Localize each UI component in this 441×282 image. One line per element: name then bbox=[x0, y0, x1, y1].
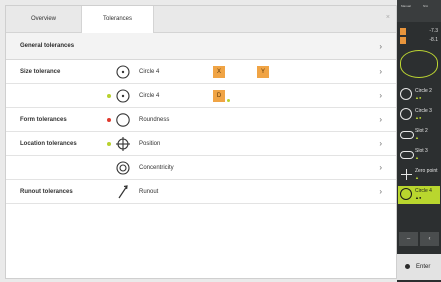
feature-item-zero-point[interactable]: Zero point ▲ bbox=[398, 166, 440, 184]
axis-marker-icon bbox=[400, 28, 406, 35]
back-button[interactable]: ‹ bbox=[420, 232, 439, 246]
chevron-right-icon: › bbox=[379, 42, 382, 51]
chevron-right-icon: › bbox=[379, 115, 382, 124]
circle-icon bbox=[400, 88, 412, 100]
tolerance-row[interactable]: Circle 4 D › bbox=[6, 84, 396, 108]
status-icon: ▲ bbox=[415, 135, 419, 140]
category-label: Size tolerance bbox=[20, 69, 61, 75]
category-label: Form tolerances bbox=[20, 117, 67, 123]
circle-dot-icon bbox=[116, 89, 130, 103]
zero-point-icon bbox=[401, 169, 412, 180]
feature-item-label: Zero point bbox=[415, 168, 438, 174]
general-tolerances-label: General tolerances bbox=[20, 43, 75, 49]
axis-marker-icon bbox=[400, 37, 406, 44]
feature-label: Roundness bbox=[139, 117, 170, 123]
feature-item-label: Slot 2 bbox=[415, 128, 428, 134]
status-dot bbox=[107, 94, 111, 98]
tolerances-panel: Overview Tolerances × General tolerances… bbox=[5, 5, 397, 279]
status-icon: ▲● bbox=[415, 195, 422, 200]
general-tolerances-row[interactable]: General tolerances › bbox=[6, 33, 396, 60]
status-icon: ▲● bbox=[415, 95, 422, 100]
enter-button[interactable]: Enter bbox=[397, 254, 441, 280]
tolerance-row[interactable]: Concentricity › bbox=[6, 156, 396, 180]
status-icon: ▲ bbox=[415, 155, 419, 160]
tolerance-row[interactable]: Form tolerances Roundness › bbox=[6, 108, 396, 132]
runout-icon bbox=[118, 185, 128, 199]
feature-item-label: Circle 3 bbox=[415, 108, 432, 114]
feature-label: Position bbox=[139, 141, 161, 147]
chevron-right-icon: › bbox=[379, 163, 382, 172]
feature-item-label: Slot 3 bbox=[415, 148, 428, 154]
axis-value: -7.3 bbox=[429, 28, 438, 34]
feature-label: Concentricity bbox=[139, 165, 174, 171]
status-dot bbox=[107, 142, 111, 146]
category-label: Location tolerances bbox=[20, 141, 77, 147]
roundness-icon bbox=[116, 113, 130, 127]
enter-icon bbox=[405, 264, 410, 269]
feature-item-label: Circle 4 bbox=[415, 188, 432, 194]
tab-overview[interactable]: Overview bbox=[6, 6, 81, 33]
mode-label[interactable]: N/A bbox=[423, 4, 428, 8]
feature-label: Circle 4 bbox=[139, 69, 160, 75]
feature-item-slot-3[interactable]: Slot 3 ▲ bbox=[398, 146, 440, 164]
feature-item-label: Circle 2 bbox=[415, 88, 432, 94]
circle-icon bbox=[400, 108, 412, 120]
tolerance-row[interactable]: Runout tolerances Runout › bbox=[6, 180, 396, 204]
chevron-right-icon: › bbox=[379, 67, 382, 76]
status-dot bbox=[107, 118, 111, 122]
badge-d[interactable]: D bbox=[213, 90, 225, 102]
position-icon bbox=[116, 137, 130, 151]
axis-value: -8.1 bbox=[429, 37, 438, 43]
feature-sidebar: Manual N/A -7.3 -8.1 Circle 2 ▲● Circle … bbox=[397, 0, 441, 282]
circle-dot-icon bbox=[116, 65, 130, 79]
feature-item-circle-2[interactable]: Circle 2 ▲● bbox=[398, 86, 440, 104]
feature-preview bbox=[400, 50, 438, 78]
tab-bar: Overview Tolerances × bbox=[6, 6, 396, 34]
enter-label: Enter bbox=[416, 264, 431, 270]
close-icon[interactable]: × bbox=[386, 14, 390, 21]
feature-label: Runout bbox=[139, 189, 159, 195]
tolerance-row[interactable]: Size tolerance Circle 4 X Y › bbox=[6, 60, 396, 84]
mode-label[interactable]: Manual bbox=[401, 4, 411, 8]
badge-y[interactable]: Y bbox=[257, 66, 269, 78]
feature-item-slot-2[interactable]: Slot 2 ▲ bbox=[398, 126, 440, 144]
feature-label: Circle 4 bbox=[139, 93, 160, 99]
concentricity-icon bbox=[116, 161, 130, 175]
status-dot bbox=[227, 99, 230, 102]
status-icon: ▲ bbox=[415, 175, 419, 180]
slot-icon bbox=[400, 151, 414, 159]
category-label: Runout tolerances bbox=[20, 189, 73, 195]
chevron-right-icon: › bbox=[379, 187, 382, 196]
chevron-right-icon: › bbox=[379, 139, 382, 148]
chevron-right-icon: › bbox=[379, 91, 382, 100]
minus-button[interactable]: – bbox=[399, 232, 418, 246]
tolerance-row[interactable]: Location tolerances Position › bbox=[6, 132, 396, 156]
feature-item-circle-4[interactable]: Circle 4 ▲● bbox=[398, 186, 440, 204]
feature-item-circle-3[interactable]: Circle 3 ▲● bbox=[398, 106, 440, 124]
tab-tolerances[interactable]: Tolerances bbox=[81, 6, 154, 34]
status-icon: ▲● bbox=[415, 115, 422, 120]
badge-x[interactable]: X bbox=[213, 66, 225, 78]
sidebar-header: Manual N/A bbox=[397, 0, 441, 22]
circle-icon bbox=[400, 188, 412, 200]
slot-icon bbox=[400, 131, 414, 139]
